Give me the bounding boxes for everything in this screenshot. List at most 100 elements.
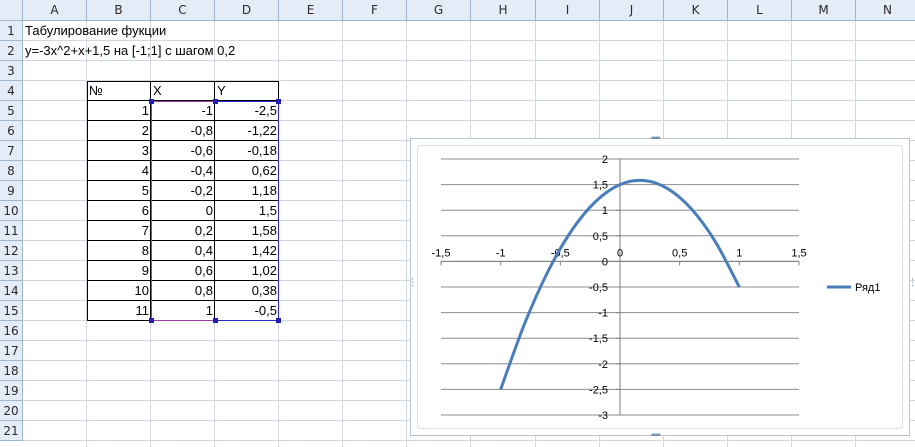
x-range-highlight (151, 101, 152, 320)
column-header-b[interactable]: B (87, 0, 151, 21)
table-cell[interactable]: 1,42 (215, 241, 279, 261)
table-cell[interactable]: 4 (87, 161, 151, 181)
x-tick-label: 1,5 (791, 247, 806, 259)
table-cell[interactable]: 11 (87, 301, 151, 321)
table-cell[interactable]: 0,38 (215, 281, 279, 301)
table-border-h (87, 240, 279, 241)
table-cell[interactable]: 9 (87, 261, 151, 281)
row-header-20[interactable]: 20 (0, 401, 23, 421)
table-cell[interactable]: 7 (87, 221, 151, 241)
table-cell[interactable]: -0,8 (151, 121, 215, 141)
range-handle[interactable] (213, 318, 218, 323)
row-header-2[interactable]: 2 (0, 41, 23, 61)
column-header-e[interactable]: E (279, 0, 343, 21)
y-range-highlight (215, 320, 279, 321)
table-header-cell[interactable]: X (151, 81, 215, 101)
column-header-m[interactable]: M (792, 0, 856, 21)
column-header-h[interactable]: H (471, 0, 536, 21)
table-cell[interactable]: 6 (87, 201, 151, 221)
table-cell[interactable]: 5 (87, 181, 151, 201)
cell-a2[interactable]: y=-3x^2+x+1,5 на [-1;1] с шагом 0,2 (23, 41, 423, 61)
row-header-8[interactable]: 8 (0, 161, 23, 181)
column-header-j[interactable]: J (600, 0, 664, 21)
table-cell[interactable]: -0,2 (151, 181, 215, 201)
row-header-4[interactable]: 4 (0, 81, 23, 101)
spreadsheet[interactable]: ABCDEFGHIJKLMN 1 2 3 4 5 6 7 8 9 10 11 12 13 14 15 16 17… (0, 0, 915, 447)
row-header-21[interactable]: 21 (0, 421, 23, 441)
row-header-17[interactable]: 17 (0, 341, 23, 361)
table-cell[interactable]: 3 (87, 141, 151, 161)
table-cell[interactable]: -0,18 (215, 141, 279, 161)
table-cell[interactable]: 0,62 (215, 161, 279, 181)
column-header-i[interactable]: I (536, 0, 600, 21)
row-header-3[interactable]: 3 (0, 61, 23, 81)
table-cell[interactable]: 1,58 (215, 221, 279, 241)
table-cell[interactable]: 1,18 (215, 181, 279, 201)
table-cell[interactable]: 1 (87, 101, 151, 121)
column-header-a[interactable]: A (23, 0, 87, 21)
chart[interactable]: •••• •••• ⋮ ⋮ -1,5 -1 -0,5 0 0,5 1 1,5 2 1,5 1 0,5… (408, 134, 915, 440)
table-cell[interactable]: 0,8 (151, 281, 215, 301)
row-header-15[interactable]: 15 (0, 301, 23, 321)
table-cell[interactable]: 8 (87, 241, 151, 261)
table-cell[interactable]: -0,6 (151, 141, 215, 161)
table-border-h (87, 180, 279, 181)
legend-label: Ряд1 (855, 282, 880, 294)
series-point (691, 208, 693, 210)
row-header-7[interactable]: 7 (0, 141, 23, 161)
table-cell[interactable]: -1,22 (215, 121, 279, 141)
table-cell[interactable]: -1 (151, 101, 215, 121)
table-cell[interactable]: 10 (87, 281, 151, 301)
column-header-l[interactable]: L (728, 0, 792, 21)
row-header-10[interactable]: 10 (0, 201, 23, 221)
row-header-14[interactable]: 14 (0, 281, 23, 301)
range-handle[interactable] (213, 99, 218, 104)
column-header-d[interactable]: D (215, 0, 279, 21)
table-border-h (87, 160, 279, 161)
table-cell[interactable]: 1,02 (215, 261, 279, 281)
row-header-6[interactable]: 6 (0, 121, 23, 141)
row-header-16[interactable]: 16 (0, 321, 23, 341)
row-header-13[interactable]: 13 (0, 261, 23, 281)
range-handle[interactable] (276, 99, 281, 104)
table-cell[interactable]: 1,5 (215, 201, 279, 221)
column-header-f[interactable]: F (343, 0, 407, 21)
row-header-19[interactable]: 19 (0, 381, 23, 401)
table-header-cell[interactable]: Y (215, 81, 279, 101)
row-header-1[interactable]: 1 (0, 21, 23, 41)
table-border-h (87, 200, 279, 201)
x-tick-label: -1,5 (432, 247, 451, 259)
gridline-col (406, 21, 407, 447)
table-border-h (87, 120, 279, 121)
column-header-c[interactable]: C (151, 0, 215, 21)
row-header-12[interactable]: 12 (0, 241, 23, 261)
column-header-k[interactable]: K (664, 0, 728, 21)
table-cell[interactable]: -0,4 (151, 161, 215, 181)
range-handle[interactable] (149, 99, 154, 104)
table-cell[interactable]: -0,5 (215, 301, 279, 321)
column-header-n[interactable]: N (856, 0, 915, 21)
column-header-g[interactable]: G (407, 0, 471, 21)
table-cell[interactable]: 0,4 (151, 241, 215, 261)
y-tick-label: 2 (602, 154, 608, 166)
table-cell[interactable]: 1 (151, 301, 215, 321)
table-cell[interactable]: 2 (87, 121, 151, 141)
table-header-cell[interactable]: № (87, 81, 151, 101)
table-cell[interactable]: 0,6 (151, 261, 215, 281)
range-handle[interactable] (149, 318, 154, 323)
select-all-corner[interactable] (0, 0, 23, 21)
x-tick-label: 0,5 (672, 247, 687, 259)
gridline-row (23, 440, 915, 441)
series-point (714, 241, 716, 243)
table-cell[interactable]: 0,2 (151, 221, 215, 241)
series-point (524, 323, 526, 325)
row-header-9[interactable]: 9 (0, 181, 23, 201)
row-header-18[interactable]: 18 (0, 361, 23, 381)
range-handle[interactable] (276, 318, 281, 323)
table-cell[interactable]: -2,5 (215, 101, 279, 121)
row-header-11[interactable]: 11 (0, 221, 23, 241)
table-cell[interactable]: 0 (151, 201, 215, 221)
table-border-h (87, 81, 279, 82)
cell-a1[interactable]: Табулирование фукции (23, 21, 323, 41)
row-header-5[interactable]: 5 (0, 101, 23, 121)
